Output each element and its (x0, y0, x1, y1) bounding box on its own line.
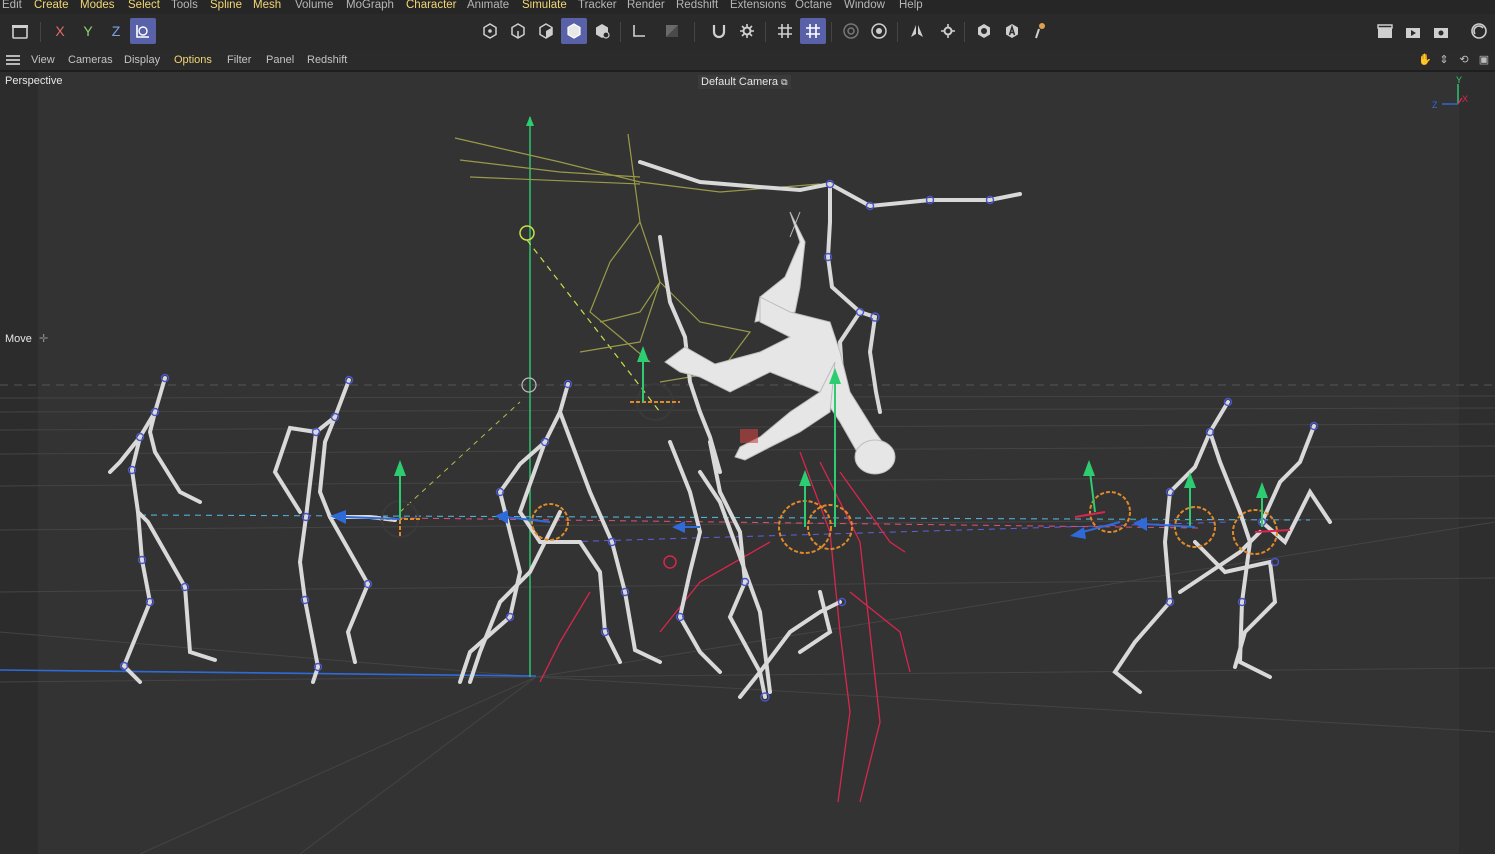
viewmenu-redshift[interactable]: Redshift (307, 50, 347, 70)
grid-snap-icon[interactable] (800, 18, 826, 44)
active-tool-name: Move (5, 333, 32, 345)
snap-magnet-icon[interactable] (706, 18, 732, 44)
render-region-icon[interactable] (838, 18, 864, 44)
viewport-scene[interactable] (0, 72, 1495, 854)
viewport-menu-bar: View Cameras Display Options Filter Pane… (0, 50, 1495, 70)
octane-hex-icon[interactable] (971, 18, 997, 44)
ghost-skeleton (454, 133, 821, 383)
menu-modes[interactable]: Modes (80, 0, 115, 11)
world-z-axis (0, 669, 537, 677)
camera-label[interactable]: Default Camera ⧉ (698, 75, 791, 89)
3d-viewport[interactable]: Perspective Default Camera ⧉ Move ✛ Y X … (0, 72, 1495, 854)
symmetry-icon[interactable] (904, 18, 930, 44)
grid-icon[interactable] (772, 18, 798, 44)
menu-tools[interactable]: Tools (171, 0, 198, 11)
menu-create[interactable]: Create (34, 0, 69, 11)
coordinate-system-icon[interactable] (130, 18, 156, 44)
layout-icon[interactable] (1466, 18, 1492, 44)
menu-help[interactable]: Help (899, 0, 923, 11)
symmetry-settings-gear-icon[interactable] (935, 18, 961, 44)
menu-render[interactable]: Render (627, 0, 665, 11)
viewmenu-view[interactable]: View (31, 50, 55, 70)
viewport-menu-hamburger-icon[interactable] (6, 55, 20, 65)
skeleton-figure-2 (272, 378, 397, 684)
skeleton-joints (119, 179, 1319, 702)
lock-x-axis-button[interactable]: X (47, 18, 73, 44)
viewmenu-cameras[interactable]: Cameras (68, 50, 113, 70)
null-object-handle[interactable] (519, 225, 535, 241)
points-mode-icon[interactable] (477, 18, 503, 44)
skeleton-figure-1 (108, 376, 217, 684)
red-marker (740, 429, 758, 443)
view-axis-gizmo: Y X Z (1432, 76, 1468, 110)
maximize-view-icon[interactable]: ▣ (1477, 53, 1491, 67)
menu-mograph[interactable]: MoGraph (346, 0, 394, 11)
menu-redshift[interactable]: Redshift (676, 0, 718, 11)
menu-volume[interactable]: Volume (295, 0, 333, 11)
pan-hand-icon[interactable]: ✋ (1418, 53, 1432, 67)
menu-window[interactable]: Window (844, 0, 885, 11)
camera-name: Default Camera (701, 76, 779, 88)
projection-label[interactable]: Perspective (5, 75, 62, 87)
menu-octane[interactable]: Octane (795, 0, 832, 11)
render-picture-viewer-icon[interactable] (1400, 18, 1426, 44)
edit-render-settings-icon[interactable] (1428, 18, 1454, 44)
menu-select[interactable]: Select (128, 0, 160, 11)
viewmenu-display[interactable]: Display (124, 50, 160, 70)
orbit-icon[interactable]: ⟲ (1457, 53, 1471, 67)
dolly-arrows-icon[interactable]: ⇕ (1437, 53, 1451, 67)
menu-extensions[interactable]: Extensions (730, 0, 786, 11)
model-mode-icon[interactable] (561, 18, 587, 44)
gizmo-x-label: X (1462, 94, 1468, 104)
menu-simulate[interactable]: Simulate (522, 0, 567, 11)
workplane-icon[interactable] (626, 18, 652, 44)
menu-mesh[interactable]: Mesh (253, 0, 281, 11)
move-crosshair-icon: ✛ (38, 333, 49, 345)
camera-icon: ⧉ (781, 77, 788, 87)
menu-tracker[interactable]: Tracker (578, 0, 617, 11)
polygons-mode-icon[interactable] (533, 18, 559, 44)
undo-stack-icon[interactable] (7, 18, 33, 44)
viewmenu-panel[interactable]: Panel (266, 50, 294, 70)
uv-mode-icon[interactable] (589, 18, 615, 44)
menu-spline[interactable]: Spline (210, 0, 242, 11)
solo-icon[interactable] (659, 18, 685, 44)
edges-mode-icon[interactable] (505, 18, 531, 44)
paint-tool-icon[interactable] (1027, 18, 1053, 44)
menu-animate[interactable]: Animate (467, 0, 509, 11)
menu-edit[interactable]: Edit (2, 0, 22, 11)
menu-character[interactable]: Character (406, 0, 457, 11)
gizmo-z-label: Z (1432, 100, 1438, 110)
octane-a-icon[interactable] (999, 18, 1025, 44)
main-menu-bar: Edit Create Modes Select Tools Spline Me… (0, 0, 1495, 14)
mannequin-figure[interactable] (664, 211, 896, 475)
lock-y-axis-button[interactable]: Y (75, 18, 101, 44)
skeleton-figure-right-cluster (1112, 400, 1332, 694)
main-toolbar: X Y Z (0, 14, 1495, 51)
snap-settings-gear-icon[interactable] (734, 18, 760, 44)
lock-z-axis-button[interactable]: Z (103, 18, 129, 44)
gizmo-y-label: Y (1456, 76, 1462, 85)
viewmenu-filter[interactable]: Filter (227, 50, 251, 70)
render-settings-icon[interactable] (866, 18, 892, 44)
viewmenu-options[interactable]: Options (174, 50, 212, 70)
render-view-icon[interactable] (1372, 18, 1398, 44)
active-tool-label: Move ✛ (5, 332, 48, 345)
